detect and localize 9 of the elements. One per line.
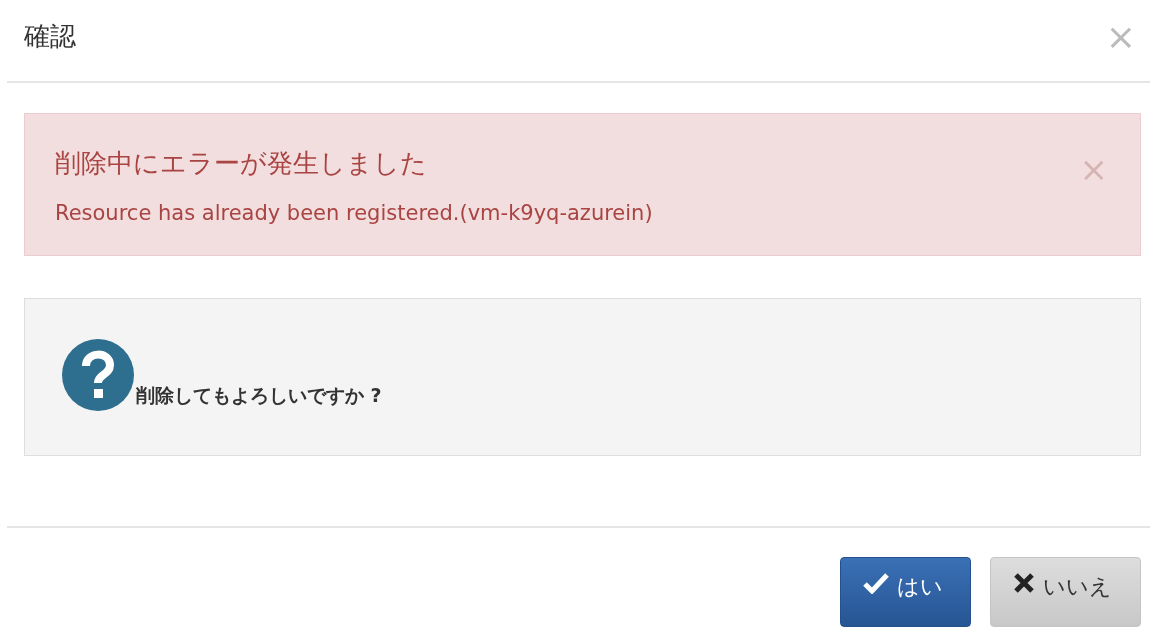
check-icon (863, 572, 889, 594)
alert-message: Resource has already been registered.(vm-k9yq-azurein) (55, 201, 654, 225)
question-icon (62, 339, 134, 411)
no-button[interactable]: いいえ (990, 557, 1141, 627)
alert-title: 削除中にエラーが発生しました (55, 147, 427, 180)
close-icon (1013, 572, 1035, 594)
dialog-title: 確認 (24, 20, 76, 53)
yes-button[interactable]: はい (840, 557, 971, 627)
question-text: 削除してもよろしいですか ? (136, 383, 382, 408)
